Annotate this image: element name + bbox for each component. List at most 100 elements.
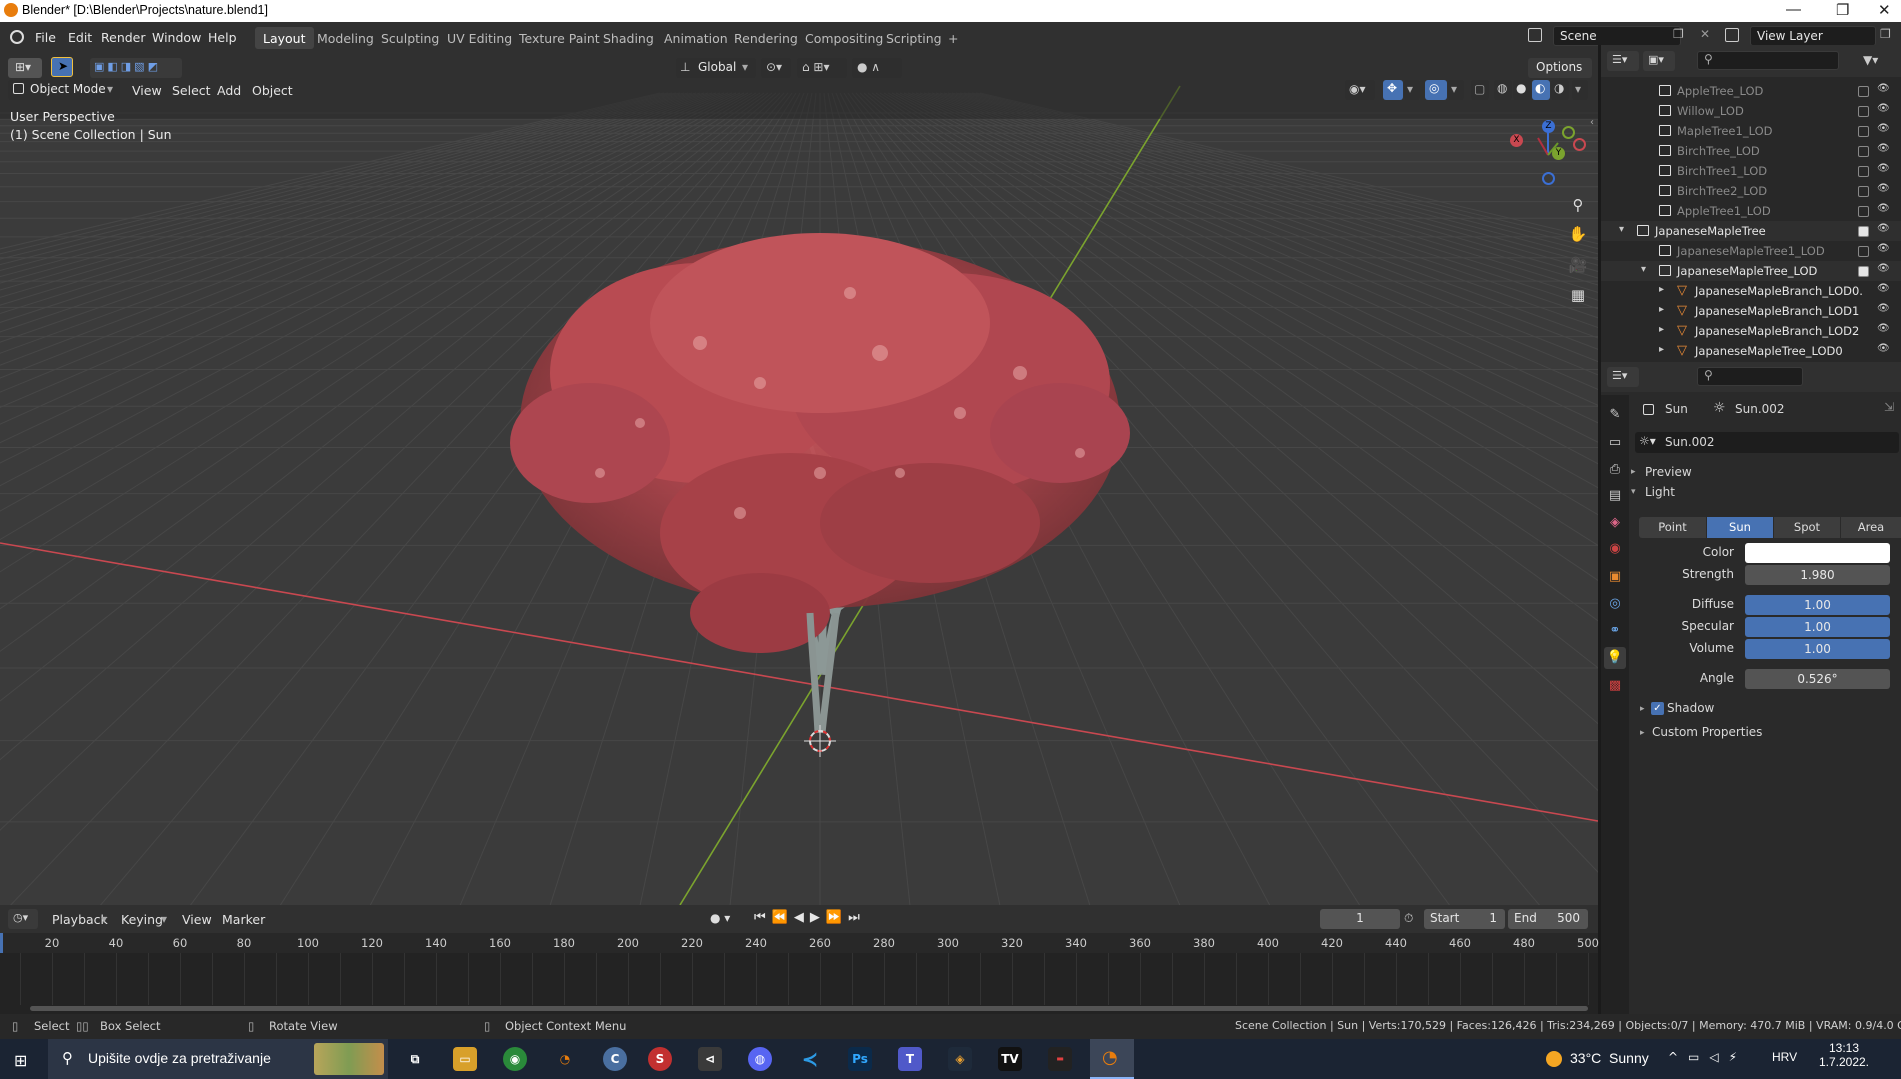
task-view-icon[interactable]: ⧉ bbox=[403, 1047, 427, 1071]
exclude-checkbox[interactable] bbox=[1858, 106, 1869, 117]
menu-edit[interactable]: Edit bbox=[68, 30, 92, 45]
outliner-item-name[interactable]: MapleTree1_LOD bbox=[1677, 124, 1772, 138]
frame-ruler[interactable]: 20 40 60 80 100 120 140 160 180 200 220 240 260 280 30… bbox=[0, 933, 1599, 953]
viewport-menu-object[interactable]: Object bbox=[252, 83, 293, 98]
outliner-row[interactable]: AppleTree1_LOD 👁 bbox=[1601, 201, 1901, 221]
file-explorer-icon[interactable]: ▭ bbox=[453, 1047, 477, 1071]
menu-marker[interactable]: Marker bbox=[222, 912, 265, 927]
menu-help[interactable]: Help bbox=[208, 30, 237, 45]
timeline-scrollbar[interactable] bbox=[30, 1006, 1588, 1011]
viewport-menu-view[interactable]: View bbox=[132, 83, 162, 98]
select-mode-buttons[interactable]: ▣◧◨▧◩ bbox=[90, 58, 182, 78]
shading-dropdown[interactable]: ▾ bbox=[1572, 80, 1588, 100]
diffuse-slider[interactable]: 1.00 bbox=[1745, 595, 1890, 615]
restore-button[interactable]: ❐ bbox=[1836, 1, 1849, 19]
exclude-checkbox[interactable] bbox=[1858, 246, 1869, 257]
taskbar-search-box[interactable]: ⚲ Upišite ovdje za pretraživanje bbox=[48, 1039, 388, 1079]
tool-tab-icon[interactable]: ✎ bbox=[1604, 404, 1626, 426]
current-frame-field[interactable]: 1 bbox=[1320, 909, 1400, 929]
material-preview-button[interactable]: ◐ bbox=[1532, 80, 1550, 100]
transform-orientation-dropdown[interactable]: ⊥ Global ▾ bbox=[676, 58, 756, 78]
outliner-row[interactable]: JapaneseMapleTree1_LOD 👁 bbox=[1601, 241, 1901, 261]
playhead[interactable] bbox=[0, 933, 3, 953]
input-language[interactable]: HRV bbox=[1772, 1050, 1797, 1064]
teams-icon[interactable]: T bbox=[898, 1047, 922, 1071]
datablock-name[interactable]: Sun.002 bbox=[1665, 435, 1715, 449]
outliner-item-name[interactable]: AppleTree_LOD bbox=[1677, 84, 1763, 98]
photoshop-icon[interactable]: Ps bbox=[848, 1047, 872, 1071]
outliner-item-name[interactable]: JapaneseMapleBranch_LOD1 bbox=[1695, 304, 1859, 318]
menu-render[interactable]: Render bbox=[101, 30, 146, 45]
scene-tab-icon[interactable]: ◈ bbox=[1604, 512, 1626, 534]
visibility-eye-icon[interactable]: 👁 bbox=[1877, 343, 1890, 354]
exclude-checkbox[interactable] bbox=[1858, 186, 1869, 197]
menu-playback[interactable]: Playback bbox=[52, 912, 108, 927]
shadow-checkbox[interactable]: ✓ bbox=[1651, 702, 1664, 715]
preview-panel-header[interactable]: Preview bbox=[1645, 465, 1692, 479]
outliner-item-name[interactable]: JapaneseMapleTree bbox=[1655, 224, 1766, 238]
playback-controls[interactable]: ⏮⏪◀▶⏩⏭ bbox=[754, 910, 866, 925]
cinema4d-icon[interactable]: C bbox=[603, 1047, 627, 1071]
light-type-area[interactable]: Area bbox=[1841, 517, 1901, 538]
visibility-eye-icon[interactable]: 👁 bbox=[1877, 263, 1890, 274]
volume-slider[interactable]: 1.00 bbox=[1745, 639, 1890, 659]
app-icon[interactable]: ⊲ bbox=[698, 1047, 722, 1071]
light-type-sun[interactable]: Sun bbox=[1707, 517, 1773, 538]
outliner-editor-type[interactable]: ☰▾ bbox=[1607, 51, 1639, 71]
pin-icon[interactable]: ⇲ bbox=[1884, 400, 1894, 414]
exclude-checkbox[interactable] bbox=[1858, 266, 1869, 277]
outliner-row[interactable]: ▸ ▽ JapaneseMapleTree_LOD0 👁 bbox=[1601, 341, 1901, 361]
chrome-icon[interactable]: ◉ bbox=[503, 1047, 527, 1071]
render-tab-icon[interactable]: ▭ bbox=[1604, 432, 1626, 454]
tab-modeling[interactable]: Modeling bbox=[309, 27, 382, 49]
vscode-icon[interactable]: ≺ bbox=[798, 1047, 822, 1071]
expand-arrow-icon[interactable]: ▾ bbox=[1619, 224, 1624, 235]
3d-viewport[interactable]: ⊞▾ ➤ ▣◧◨▧◩ ⊥ Global ▾ ⊙▾ ⌂ ⊞▾ ● ∧ Options … bbox=[0, 53, 1598, 905]
viewport-menu-select[interactable]: Select bbox=[172, 83, 211, 98]
menu-window[interactable]: Window bbox=[152, 30, 201, 45]
blender-taskbar-icon[interactable]: ◔ bbox=[553, 1047, 577, 1071]
camera-view-icon[interactable]: 🎥 bbox=[1565, 252, 1591, 278]
blender-active-task[interactable]: ◔ bbox=[1090, 1039, 1134, 1079]
outliner-search-input[interactable]: ⚲ bbox=[1697, 51, 1839, 70]
snap-toggle[interactable]: ⌂ ⊞▾ bbox=[797, 58, 847, 78]
visibility-eye-icon[interactable]: 👁 bbox=[1877, 183, 1890, 194]
filter-icon[interactable]: ▼▾ bbox=[1863, 53, 1878, 67]
outliner-row[interactable]: BirchTree1_LOD 👁 bbox=[1601, 161, 1901, 181]
tray-icons[interactable]: ^▭◁⚡ bbox=[1668, 1050, 1747, 1064]
exclude-checkbox[interactable] bbox=[1858, 146, 1869, 157]
rendered-shading-button[interactable]: ◑ bbox=[1551, 80, 1569, 100]
ortho-grid-icon[interactable]: ▦ bbox=[1565, 282, 1591, 308]
gizmo-toggle[interactable]: ✥ bbox=[1383, 80, 1403, 100]
visibility-eye-icon[interactable]: 👁 bbox=[1877, 203, 1890, 214]
outliner-item-name[interactable]: JapaneseMapleTree_LOD0 bbox=[1695, 344, 1843, 358]
collapse-arrow-icon[interactable]: ▸ bbox=[1659, 304, 1664, 315]
select-tool-button[interactable]: ➤ bbox=[51, 57, 73, 77]
visibility-eye-icon[interactable]: 👁 bbox=[1877, 123, 1890, 134]
shadow-panel-header[interactable]: Shadow bbox=[1667, 701, 1714, 715]
visibility-eye-icon[interactable]: 👁 bbox=[1877, 223, 1890, 234]
timeline-menu-view[interactable]: View bbox=[182, 912, 212, 927]
light-data-tab-icon[interactable]: 💡 bbox=[1604, 647, 1626, 669]
outliner-item-name[interactable]: JapaneseMapleTree_LOD bbox=[1677, 264, 1817, 278]
visibility-eye-icon[interactable]: 👁 bbox=[1877, 303, 1890, 314]
object-mode-dropdown[interactable]: Object Mode ▾ bbox=[8, 80, 120, 100]
outliner-row[interactable]: BirchTree2_LOD 👁 bbox=[1601, 181, 1901, 201]
visibility-dropdown[interactable]: ◉▾ bbox=[1345, 80, 1375, 100]
windows-start-icon[interactable]: ⊞ bbox=[14, 1051, 27, 1070]
options-dropdown[interactable]: Options bbox=[1528, 58, 1592, 78]
light-color-swatch[interactable] bbox=[1745, 543, 1890, 563]
overlays-dropdown[interactable]: ▾ bbox=[1448, 80, 1464, 100]
output-tab-icon[interactable]: ⎙ bbox=[1604, 459, 1626, 481]
outliner-item-name[interactable]: AppleTree1_LOD bbox=[1677, 204, 1771, 218]
timeline-track-area[interactable] bbox=[0, 953, 1598, 1005]
tab-sculpting[interactable]: Sculpting bbox=[373, 27, 447, 49]
xray-toggle[interactable]: ▢ bbox=[1471, 80, 1489, 100]
gizmo-neg-z[interactable] bbox=[1542, 172, 1555, 185]
light-type-point[interactable]: Point bbox=[1639, 517, 1706, 538]
datablock-selector[interactable]: ☼▾ Sun.002 bbox=[1635, 432, 1899, 453]
outliner-row[interactable]: ▾ JapaneseMapleTree 👁 bbox=[1601, 221, 1901, 241]
view-layer-tab-icon[interactable]: ▤ bbox=[1604, 485, 1626, 507]
collapse-arrow-icon[interactable]: ▸ bbox=[1659, 344, 1664, 355]
start-frame-field[interactable]: Start 1 bbox=[1424, 909, 1505, 929]
